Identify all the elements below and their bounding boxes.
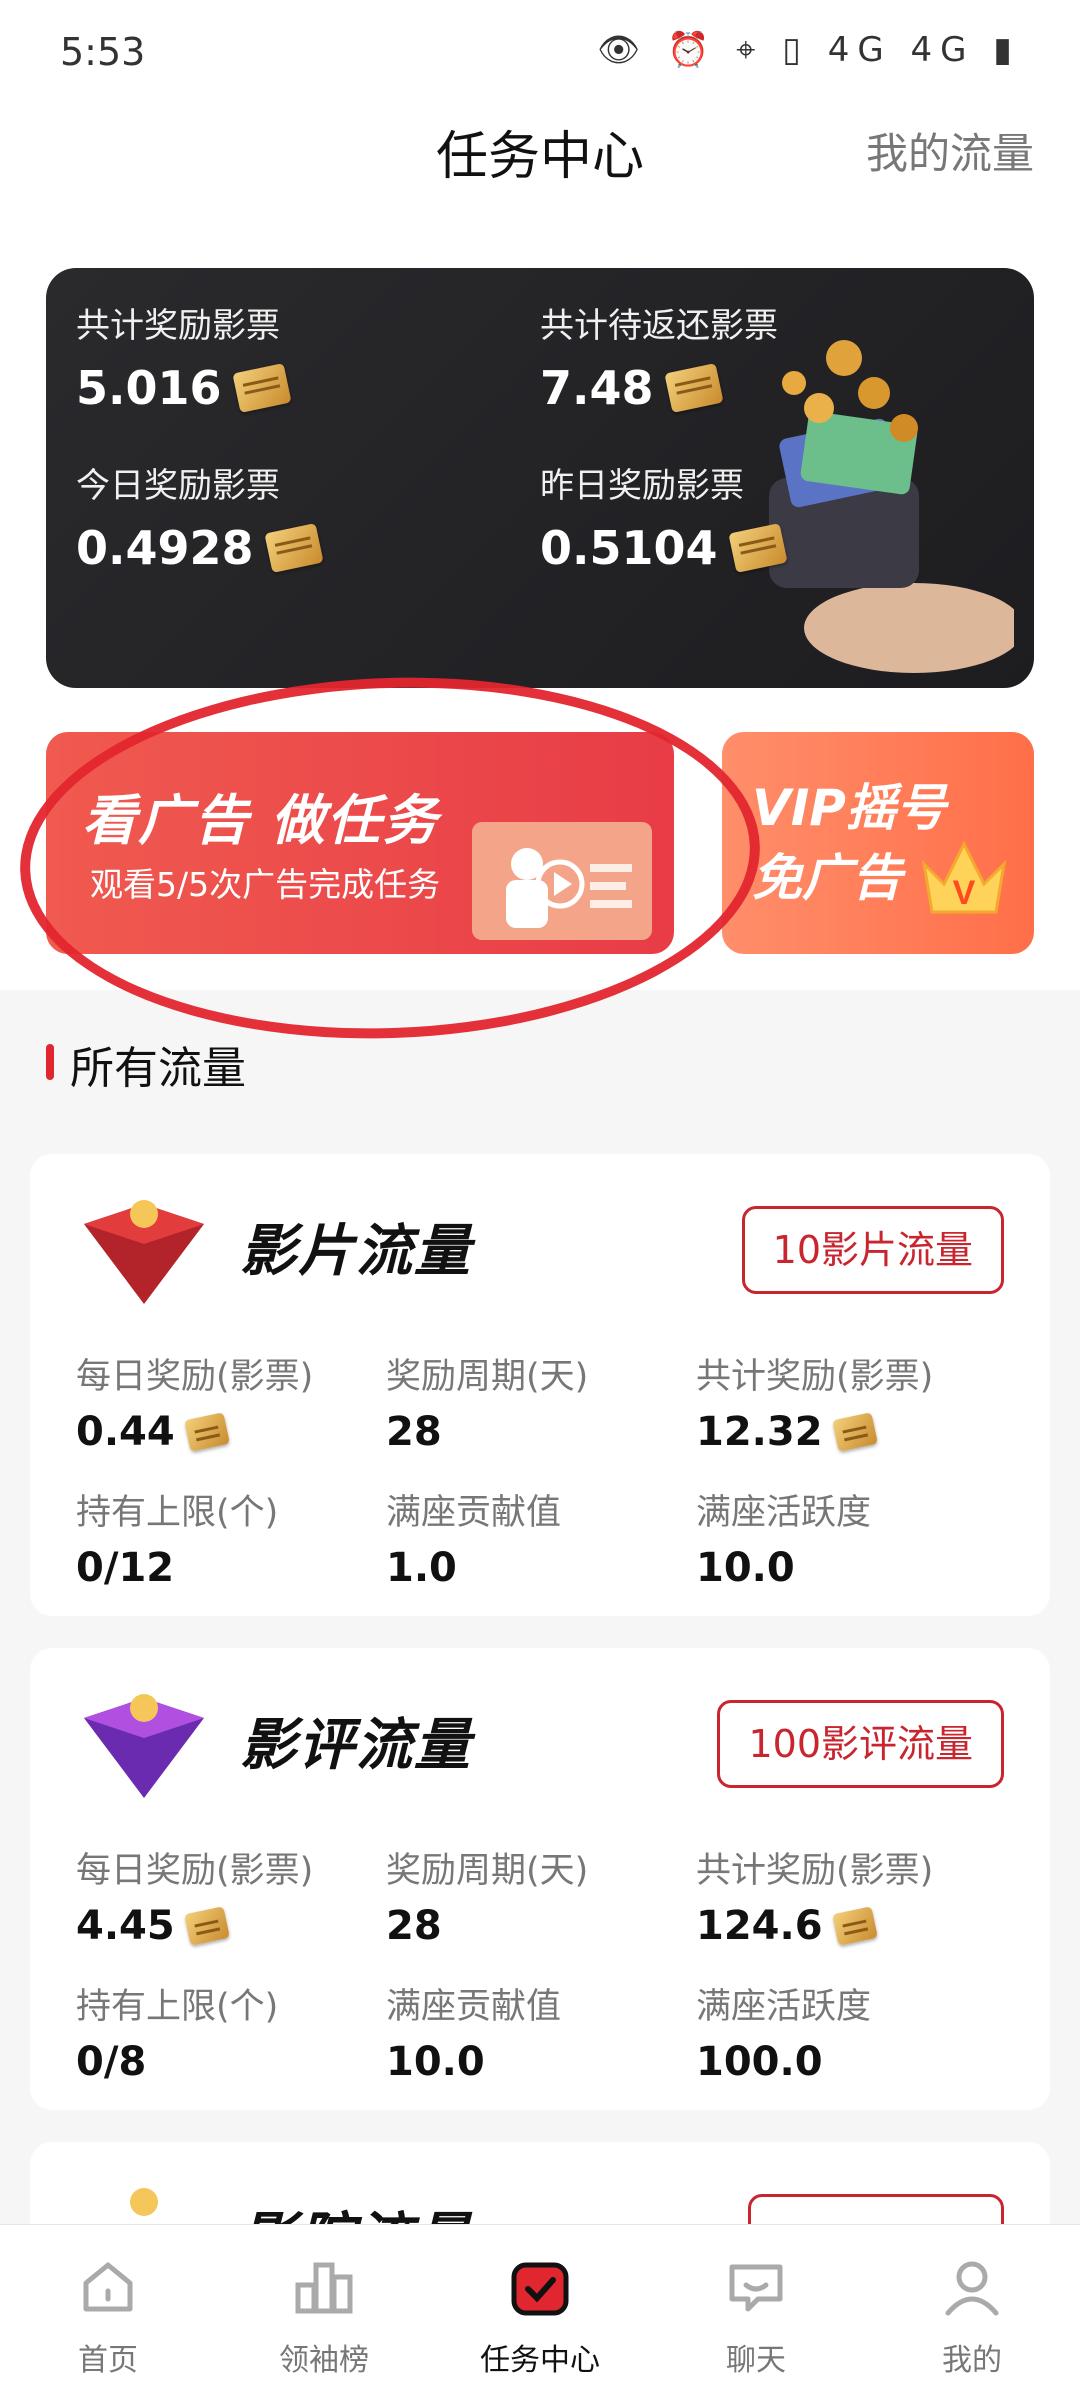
stat-today-reward: 今日奖励影票 0.4928 xyxy=(76,458,324,575)
metric: 满座活跃度 10.0 xyxy=(696,1484,871,1591)
tab-label: 首页 xyxy=(78,2343,138,2378)
metric: 持有上限(个) 0/8 xyxy=(76,1978,278,2085)
task-center-icon xyxy=(511,2262,569,2316)
metric-label: 满座活跃度 xyxy=(696,1493,872,1533)
metric: 满座活跃度 100.0 xyxy=(696,1978,871,2085)
vip-line-2: 免广告 xyxy=(752,849,902,907)
stat-value: 0.5104 xyxy=(540,521,718,575)
card-title: 影片流量 xyxy=(240,1219,472,1284)
status-icons: 👁 ⏰ ⌖ ▯ 4G 4G ▮ xyxy=(597,30,1020,70)
chat-icon xyxy=(729,2264,783,2312)
leaderboard-icon xyxy=(295,2262,353,2314)
metric-value: 0/8 xyxy=(76,2039,147,2085)
film-traffic-logo-icon xyxy=(84,1200,204,1304)
stat-total-reward: 共计奖励影票 5.016 xyxy=(76,298,292,415)
stat-value: 5.016 xyxy=(76,361,222,415)
tab-label: 聊天 xyxy=(726,2343,786,2378)
stat-label: 昨日奖励影票 xyxy=(540,466,744,506)
metric-label: 满座活跃度 xyxy=(696,1987,872,2027)
metric-label: 满座贡献值 xyxy=(386,1987,562,2027)
metric-value: 28 xyxy=(386,1903,442,1949)
section-accent-bar xyxy=(46,1044,54,1080)
metric: 满座贡献值 10.0 xyxy=(386,1978,561,2085)
tab-chat[interactable]: 聊天 xyxy=(686,2255,826,2379)
metric: 满座贡献值 1.0 xyxy=(386,1484,561,1591)
tab-task-center[interactable]: 任务中心 xyxy=(470,2255,610,2379)
status-bar: 5:53 👁 ⏰ ⌖ ▯ 4G 4G ▮ xyxy=(0,0,1080,100)
metric: 共计奖励(影票) 12.32 xyxy=(696,1348,933,1455)
metric-label: 持有上限(个) xyxy=(76,1987,279,2027)
ticket-icon xyxy=(183,1412,230,1452)
metric-value: 28 xyxy=(386,1409,442,1455)
metric-label: 共计奖励(影票) xyxy=(696,1357,934,1397)
card-title: 影评流量 xyxy=(240,1713,472,1778)
profile-icon xyxy=(945,2261,999,2316)
metric-value: 4.45 xyxy=(76,1903,175,1949)
ticket-icon xyxy=(831,1906,878,1946)
ticket-icon xyxy=(263,523,324,573)
metric: 持有上限(个) 0/12 xyxy=(76,1484,278,1591)
stat-value: 0.4928 xyxy=(76,521,254,575)
metric-value: 100.0 xyxy=(696,2039,823,2085)
metric-label: 奖励周期(天) xyxy=(386,1851,589,1891)
metric: 奖励周期(天) 28 xyxy=(386,1348,588,1455)
metric: 奖励周期(天) 28 xyxy=(386,1842,588,1949)
metric-value: 1.0 xyxy=(386,1545,457,1591)
status-time: 5:53 xyxy=(60,30,146,74)
header: 任务中心 我的流量 xyxy=(0,100,1080,230)
metric-label: 满座贡献值 xyxy=(386,1493,562,1533)
ticket-icon xyxy=(183,1906,230,1946)
review-traffic-button[interactable]: 100影评流量 xyxy=(717,1700,1004,1788)
tab-label: 我的 xyxy=(942,2343,1002,2378)
ticket-icon xyxy=(663,363,724,413)
home-icon xyxy=(83,2262,133,2312)
stat-total-pending: 共计待返还影票 7.48 xyxy=(540,298,778,415)
ticket-icon xyxy=(231,363,292,413)
metric: 共计奖励(影票) 124.6 xyxy=(696,1842,933,1949)
metric-value: 10.0 xyxy=(386,2039,485,2085)
section-title: 所有流量 xyxy=(70,1043,246,1094)
metric-value: 12.32 xyxy=(696,1409,823,1455)
traffic-card-film: 影片流量 10影片流量 每日奖励(影票) 0.44 奖励周期(天) 28 共计奖励(… xyxy=(30,1154,1050,1616)
tab-home[interactable]: 首页 xyxy=(38,2255,178,2379)
ticket-icon xyxy=(831,1412,878,1452)
stat-label: 共计待返还影票 xyxy=(540,306,778,346)
stat-label: 共计奖励影票 xyxy=(76,306,280,346)
metric-label: 持有上限(个) xyxy=(76,1493,279,1533)
film-traffic-button[interactable]: 10影片流量 xyxy=(741,1206,1004,1294)
crown-icon: V xyxy=(921,840,1007,914)
stats-card: 共计奖励影票 5.016 共计待返还影票 7.48 今日奖励影票 0.4928 … xyxy=(46,268,1034,688)
vip-no-ads-banner[interactable]: VIP摇号 免广告 V xyxy=(722,732,1034,954)
stat-label: 今日奖励影票 xyxy=(76,466,280,506)
tab-label: 任务中心 xyxy=(480,2343,600,2378)
metric-value: 124.6 xyxy=(696,1903,823,1949)
metric-label: 奖励周期(天) xyxy=(386,1357,589,1397)
tab-profile[interactable]: 我的 xyxy=(902,2255,1042,2379)
svg-text:V: V xyxy=(953,874,976,912)
metric: 每日奖励(影票) 4.45 xyxy=(76,1842,313,1949)
metric-value: 0.44 xyxy=(76,1409,175,1455)
tab-leaderboard[interactable]: 领袖榜 xyxy=(254,2255,394,2379)
my-traffic-link[interactable]: 我的流量 xyxy=(866,120,1034,181)
stat-value: 7.48 xyxy=(540,361,654,415)
bottom-tab-bar: 首页 领袖榜 任务中心 聊天 我的 xyxy=(0,2224,1080,2389)
metric-label: 每日奖励(影票) xyxy=(76,1851,314,1891)
tab-label: 领袖榜 xyxy=(279,2343,369,2378)
review-traffic-logo-icon xyxy=(84,1694,204,1798)
metric: 每日奖励(影票) 0.44 xyxy=(76,1348,313,1455)
traffic-card-review: 影评流量 100影评流量 每日奖励(影票) 4.45 奖励周期(天) 28 共计奖励… xyxy=(30,1648,1050,2110)
ticket-icon xyxy=(727,523,788,573)
stat-yesterday-reward: 昨日奖励影票 0.5104 xyxy=(540,458,788,575)
metric-value: 10.0 xyxy=(696,1545,795,1591)
metric-label: 共计奖励(影票) xyxy=(696,1851,934,1891)
metric-label: 每日奖励(影票) xyxy=(76,1357,314,1397)
metric-value: 0/12 xyxy=(76,1545,175,1591)
